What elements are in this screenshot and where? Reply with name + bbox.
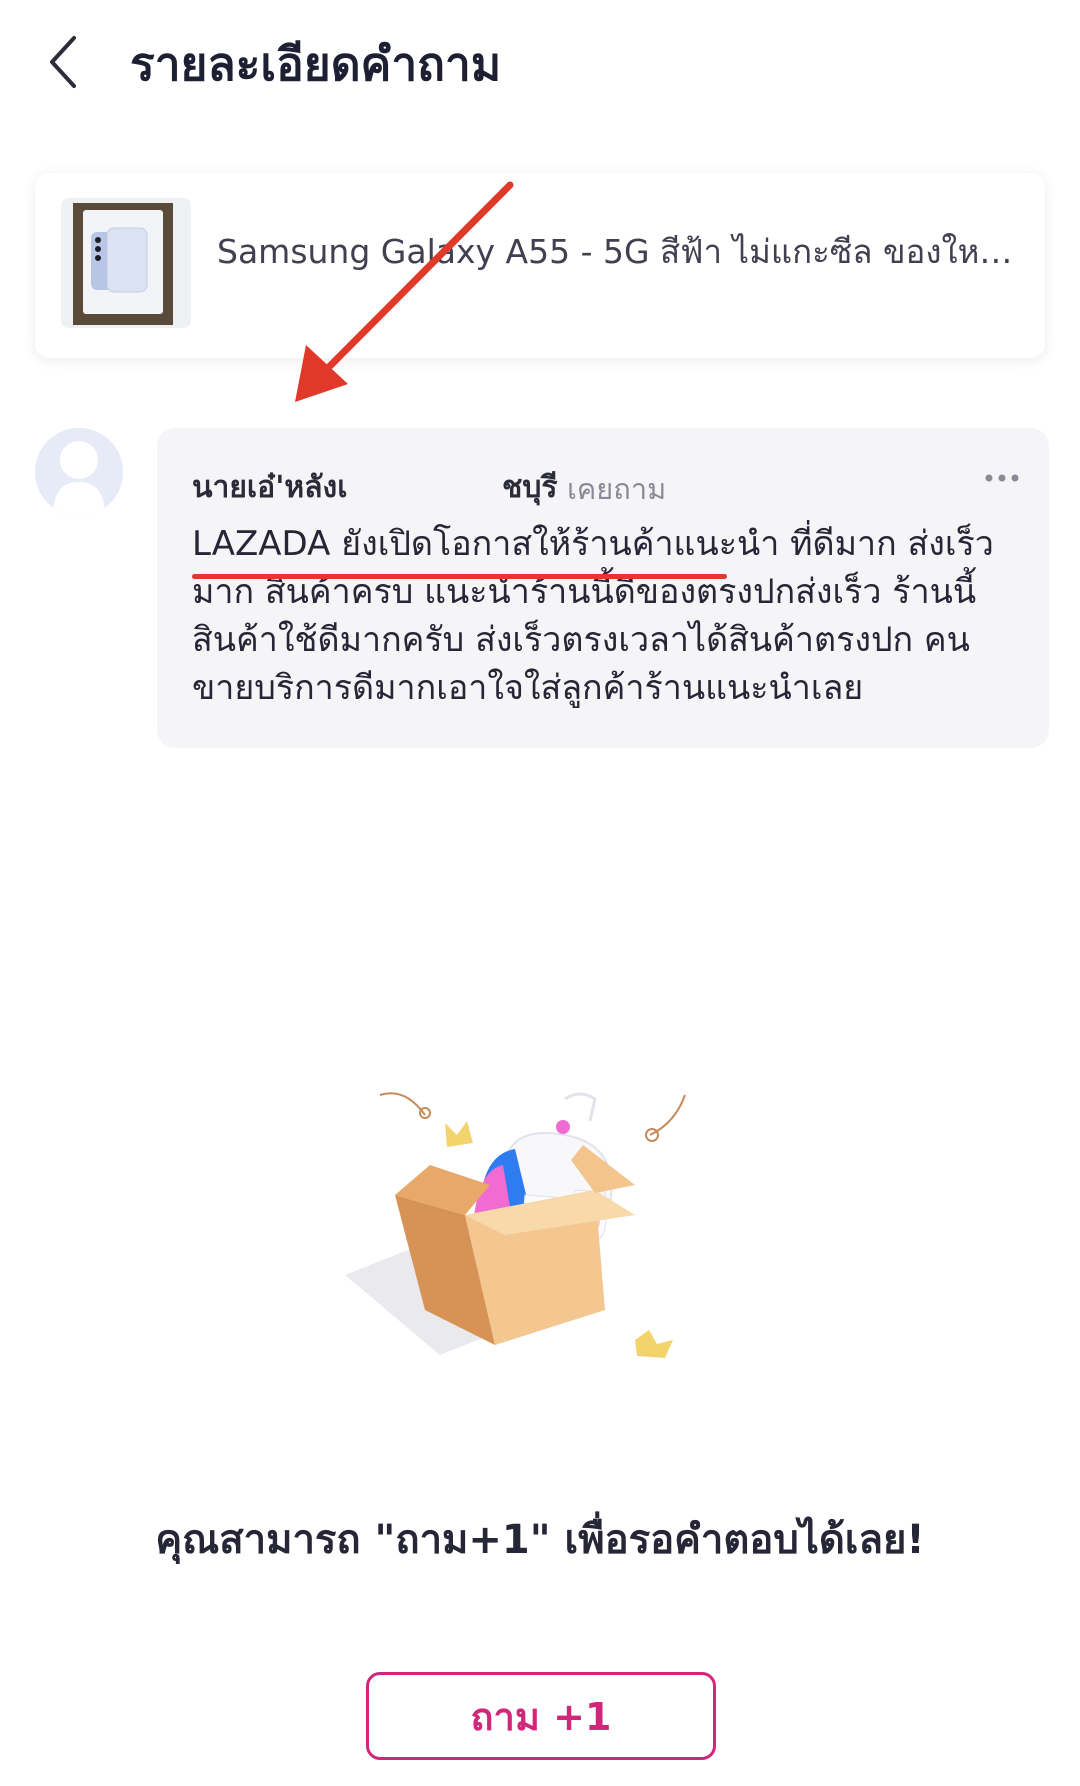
page-title: รายละเอียดคำถาม [130, 37, 502, 91]
empty-state-message: คุณสามารถ "ถาม+1" เพื่อรอคำตอบได้เลย! [155, 1517, 925, 1563]
question-user-name-end: ชบุรี [502, 470, 558, 505]
asked-label: เคยถาม [567, 472, 667, 506]
avatar-placeholder-icon [35, 428, 123, 516]
more-options-button[interactable] [977, 458, 1027, 498]
annotation-underline [192, 574, 727, 579]
more-horizontal-icon [985, 474, 1019, 482]
back-button[interactable] [40, 30, 110, 100]
question-user-name: นายเอ๋'หลังเ [192, 470, 348, 505]
product-thumbnail[interactable] [61, 198, 191, 328]
header: รายละเอียดคำถาม [0, 0, 1080, 130]
product-card[interactable]: Samsung Galaxy A55 - 5G สีฟ้า ไม่แกะซีล … [35, 173, 1045, 358]
avatar[interactable] [35, 428, 123, 516]
empty-state-illustration [335, 1085, 735, 1415]
chevron-left-icon [50, 36, 76, 88]
question-bubble: นายเอ๋'หลังเ ชบุรี เคยถาม LAZADA ยังเปิด… [157, 428, 1049, 748]
ask-plus-one-button[interactable]: ถาม +1 [366, 1672, 716, 1760]
question-text: LAZADA ยังเปิดโอกาสให้ร้านค้าแนะนำ ที่ดี… [192, 524, 994, 708]
product-title[interactable]: Samsung Galaxy A55 - 5G สีฟ้า ไม่แกะซีล … [217, 225, 1017, 278]
